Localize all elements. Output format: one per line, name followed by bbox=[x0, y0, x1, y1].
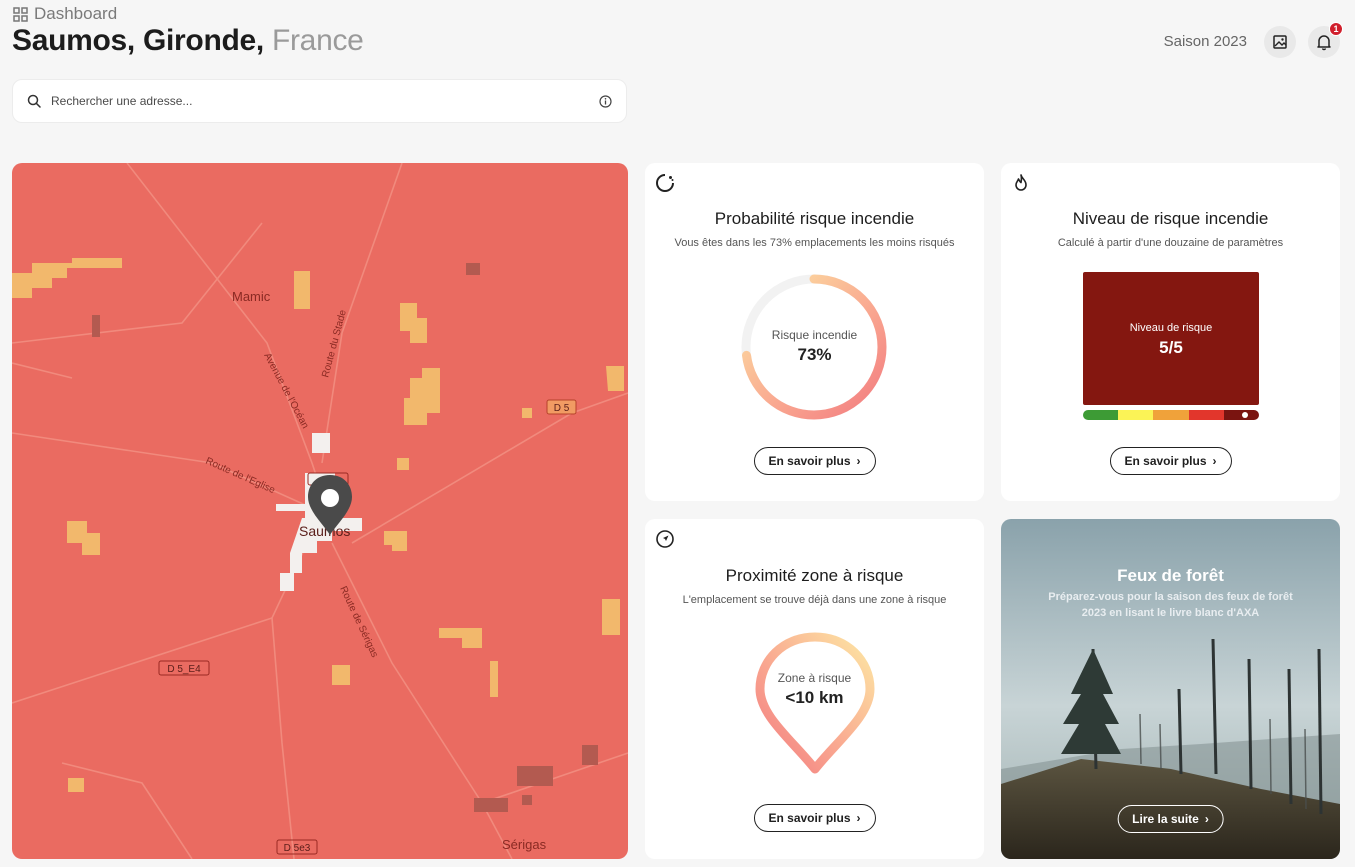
chevron-right-icon: › bbox=[1212, 454, 1217, 468]
image-icon bbox=[1273, 35, 1287, 49]
risk-level-subtitle: Calculé à partir d'une douzaine de param… bbox=[1057, 237, 1284, 249]
probability-card: Probabilité risque incendie Vous êtes da… bbox=[645, 163, 984, 501]
risk-level-scale bbox=[1083, 410, 1259, 420]
proximity-pin-value: <10 km bbox=[785, 688, 844, 707]
road-badge-d5-e4: D 5_E4 bbox=[167, 664, 201, 675]
title-country: France bbox=[271, 24, 364, 57]
forest-subtitle-line1: Préparez-vous pour la saison des feux de… bbox=[1048, 591, 1293, 603]
map-canvas[interactable]: Mamic Saumos Sérigas Avenue de l'Océan R… bbox=[12, 163, 628, 859]
info-icon[interactable] bbox=[599, 94, 612, 108]
risk-scale-marker bbox=[1241, 412, 1248, 418]
proximity-subtitle: L'emplacement se trouve déjà dans une zo… bbox=[682, 594, 947, 606]
probability-button-label: En savoir plus bbox=[768, 454, 851, 468]
title-place: Saumos, Gironde, bbox=[12, 24, 264, 57]
risk-scale-segment-1 bbox=[1083, 410, 1119, 420]
chevron-right-icon: › bbox=[856, 811, 861, 825]
risk-level-box-value: 5/5 bbox=[1159, 338, 1183, 357]
forest-title: Feux de forêt bbox=[1117, 566, 1224, 585]
road-badge-d5: D 5 bbox=[554, 403, 570, 414]
proximity-button-label: En savoir plus bbox=[768, 811, 851, 825]
risk-scale-segment-2 bbox=[1118, 410, 1154, 420]
bell-icon bbox=[1317, 35, 1331, 51]
page-title: Saumos, Gironde, France bbox=[12, 24, 364, 58]
proximity-title: Proximité zone à risque bbox=[725, 566, 904, 585]
loading-ring-icon bbox=[656, 174, 674, 192]
forest-button-label: Lire la suite bbox=[1132, 812, 1199, 826]
forest-fires-card[interactable]: Feux de forêt Préparez-vous pour la sais… bbox=[1001, 519, 1340, 859]
chevron-right-icon: › bbox=[856, 454, 861, 468]
map-label-serigas: Sérigas bbox=[502, 837, 547, 852]
road-badge-d5e3: D 5e3 bbox=[284, 843, 311, 854]
search-bar[interactable] bbox=[12, 79, 627, 123]
flame-icon bbox=[1015, 174, 1027, 191]
notifications-button[interactable]: 1 bbox=[1308, 22, 1343, 58]
risk-level-learn-more-button[interactable]: En savoir plus › bbox=[1109, 447, 1232, 475]
risk-level-title: Niveau de risque incendie bbox=[1072, 209, 1269, 228]
risk-scale-segment-3 bbox=[1153, 410, 1189, 420]
notification-badge: 1 bbox=[1329, 22, 1343, 36]
risk-level-button-label: En savoir plus bbox=[1124, 454, 1207, 468]
risk-level-box-label: Niveau de risque bbox=[1129, 322, 1213, 334]
forest-read-more-button[interactable]: Lire la suite › bbox=[1117, 805, 1224, 833]
probability-gauge-label: Risque incendie bbox=[771, 328, 858, 342]
breadcrumb-label: Dashboard bbox=[34, 4, 118, 23]
map-label-avenue-ocean: Avenue de l'Océan bbox=[261, 351, 310, 430]
breadcrumb[interactable]: Dashboard bbox=[13, 4, 117, 24]
risk-map[interactable]: Mamic Saumos Sérigas Avenue de l'Océan R… bbox=[12, 163, 628, 859]
image-button[interactable] bbox=[1264, 26, 1296, 58]
map-label-mamic: Mamic bbox=[232, 289, 271, 304]
probability-subtitle: Vous êtes dans les 73% emplacements les … bbox=[674, 237, 955, 249]
proximity-card: Proximité zone à risque L'emplacement se… bbox=[645, 519, 984, 859]
search-icon bbox=[27, 94, 41, 108]
chevron-right-icon: › bbox=[1204, 812, 1209, 826]
probability-gauge-value: 73% bbox=[797, 345, 832, 364]
navigation-icon bbox=[656, 530, 674, 548]
forest-subtitle-line2: 2023 en lisant le livre blanc d'AXA bbox=[1081, 607, 1260, 619]
proximity-pin-label: Zone à risque bbox=[777, 671, 852, 685]
map-label-route-stade: Route du Stade bbox=[320, 308, 349, 378]
dashboard-grid-icon bbox=[13, 6, 28, 22]
probability-learn-more-button[interactable]: En savoir plus › bbox=[753, 447, 876, 475]
season-label: Saison 2023 bbox=[1163, 33, 1247, 50]
probability-title: Probabilité risque incendie bbox=[714, 209, 915, 228]
risk-level-box: Niveau de risque 5/5 bbox=[1083, 272, 1259, 405]
risk-scale-segment-5 bbox=[1223, 410, 1259, 420]
risk-scale-segment-4 bbox=[1188, 410, 1224, 420]
map-label-route-eglise: Route de l'Eglise bbox=[204, 456, 277, 497]
search-input[interactable] bbox=[51, 94, 589, 108]
risk-level-card: Niveau de risque incendie Calculé à part… bbox=[1001, 163, 1340, 501]
proximity-learn-more-button[interactable]: En savoir plus › bbox=[753, 804, 876, 832]
